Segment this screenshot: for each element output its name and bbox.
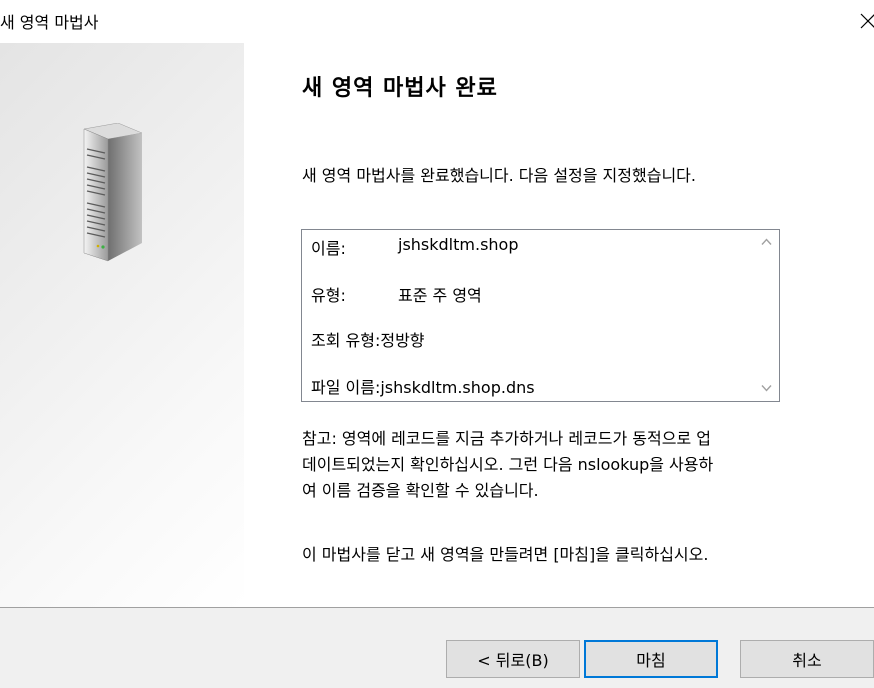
note-line: 데이트되었는지 확인하십시오. 그런 다음 nslookup을 사용하	[302, 455, 714, 474]
setting-row-file: 파일 이름:jshskdltm.shop.dns	[311, 374, 535, 397]
note-text: 참고: 영역에 레코드를 지금 추가하거나 레코드가 동적으로 업 데이트되었는…	[302, 426, 847, 504]
scroll-down-button[interactable]	[754, 376, 779, 401]
chevron-down-icon	[761, 385, 772, 392]
scroll-up-button[interactable]	[754, 230, 779, 255]
chevron-up-icon	[761, 238, 772, 245]
finish-button[interactable]: 마침	[584, 640, 718, 678]
window-title: 새 영역 마법사	[0, 13, 99, 32]
close-button[interactable]	[856, 4, 874, 36]
note-line: 참고: 영역에 레코드를 지금 추가하거나 레코드가 동적으로 업	[302, 429, 711, 448]
setting-row-lookup: 조회 유형:정방향	[311, 327, 425, 350]
setting-value-file: jshskdltm.shop.dns	[380, 378, 535, 397]
button-bar: < 뒤로(B) 마침 취소	[0, 608, 874, 688]
cancel-button[interactable]: 취소	[740, 640, 874, 678]
setting-value-name: jshskdltm.shop	[398, 235, 519, 254]
wizard-side-panel	[0, 43, 244, 607]
server-icon	[83, 123, 143, 262]
page-title: 새 영역 마법사 완료	[302, 76, 498, 101]
note-line: 여 이름 검증을 확인할 수 있습니다.	[302, 481, 539, 500]
setting-label-file: 파일 이름:	[311, 378, 381, 397]
finish-hint-text: 이 마법사를 닫고 새 영역을 만들려면 [마침]을 클릭하십시오.	[302, 545, 709, 564]
setting-label-type: 유형:	[311, 286, 346, 305]
close-icon	[860, 13, 874, 29]
setting-label-lookup: 조회 유형:	[311, 331, 381, 350]
back-button[interactable]: < 뒤로(B)	[446, 640, 580, 678]
setting-value-type: 표준 주 영역	[398, 286, 482, 305]
settings-list: 이름: jshskdltm.shop 유형: 표준 주 영역 조회 유형:정방향…	[302, 230, 752, 401]
setting-label-name: 이름:	[311, 239, 346, 258]
title-bar: 새 영역 마법사	[0, 0, 874, 40]
intro-text: 새 영역 마법사를 완료했습니다. 다음 설정을 지정했습니다.	[302, 166, 696, 185]
setting-value-lookup: 정방향	[380, 331, 425, 350]
vertical-scrollbar[interactable]	[754, 230, 779, 401]
settings-summary-box[interactable]: 이름: jshskdltm.shop 유형: 표준 주 영역 조회 유형:정방향…	[301, 229, 780, 402]
